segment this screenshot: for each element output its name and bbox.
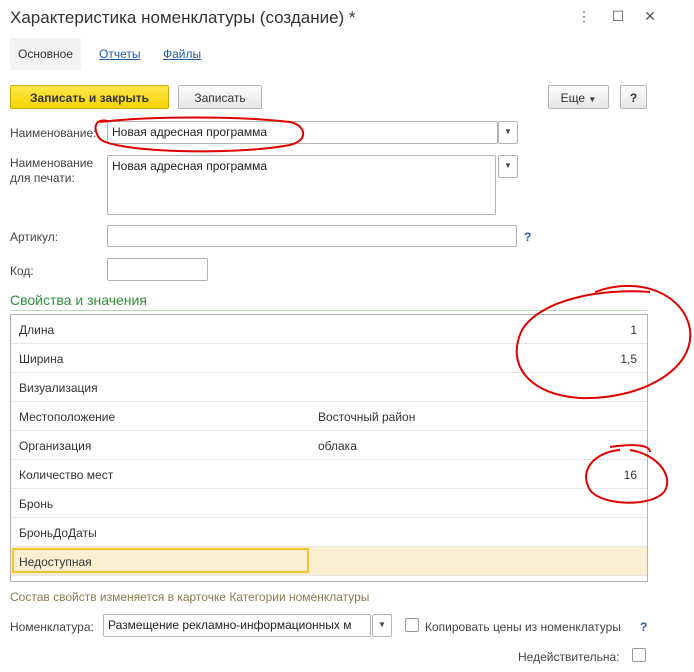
table-row[interactable]: Количество мест 16 (11, 460, 647, 489)
print-name-textarea[interactable]: Новая адресная программа (107, 155, 496, 215)
property-name: Визуализация (19, 381, 98, 395)
copy-prices-help-icon[interactable]: ? (640, 620, 647, 634)
property-value[interactable]: Восточный район (318, 410, 415, 424)
table-row[interactable]: Организация облака (11, 431, 647, 460)
close-icon[interactable]: ✕ (642, 8, 658, 24)
property-name: Недоступная (19, 555, 92, 569)
help-button[interactable]: ? (620, 85, 647, 109)
table-row[interactable]: Визуализация (11, 373, 647, 402)
tab-files[interactable]: Файлы (163, 38, 201, 70)
copy-prices-checkbox[interactable] (405, 618, 419, 632)
name-label: Наименование: (10, 126, 97, 140)
nomenclature-dropdown-button[interactable]: ▼ (372, 614, 392, 637)
property-value[interactable]: 1 (630, 323, 637, 337)
maximize-icon[interactable]: ☐ (610, 8, 626, 24)
tab-main[interactable]: Основное (10, 38, 81, 70)
properties-table: Длина 1 Ширина 1,5 Визуализация Местопол… (10, 314, 648, 582)
properties-section-title: Свойства и значения (10, 292, 147, 308)
table-row[interactable]: Ширина 1,5 (11, 344, 647, 373)
window-title: Характеристика номенклатуры (создание) * (10, 8, 356, 27)
print-name-label-line2: для печати: (10, 171, 75, 185)
article-label: Артикул: (10, 230, 59, 244)
property-name: Местоположение (19, 410, 116, 424)
table-row[interactable]: БроньДоДаты (11, 518, 647, 547)
properties-note: Состав свойств изменяется в карточке Кат… (10, 590, 370, 604)
code-field[interactable] (107, 258, 208, 281)
more-button[interactable]: Еще ▼ (548, 85, 609, 109)
article-help-icon[interactable]: ? (524, 230, 531, 244)
table-row[interactable]: Бронь (11, 489, 647, 518)
property-value[interactable]: 16 (624, 468, 637, 482)
table-row-selected[interactable]: Недоступная (11, 547, 647, 576)
table-row[interactable]: Длина 1 (11, 315, 647, 344)
tab-reports[interactable]: Отчеты (99, 38, 140, 70)
table-row[interactable]: Местоположение Восточный район (11, 402, 647, 431)
save-button[interactable]: Записать (178, 85, 262, 109)
nomenclature-label: Номенклатура: (10, 620, 94, 634)
inactive-label: Недействительна: (518, 650, 620, 664)
copy-prices-label: Копировать цены из номенклатуры (425, 620, 621, 634)
chevron-down-icon: ▼ (378, 620, 386, 629)
article-field[interactable] (107, 225, 517, 247)
save-and-close-button[interactable]: Записать и закрыть (10, 85, 169, 109)
code-label: Код: (10, 264, 34, 278)
property-name: Организация (19, 439, 92, 453)
property-name: Длина (19, 323, 55, 337)
chevron-down-icon: ▼ (504, 127, 512, 136)
print-name-dropdown-button[interactable]: ▼ (498, 155, 518, 178)
property-value[interactable]: облака (318, 439, 357, 453)
more-button-label: Еще (560, 91, 586, 105)
more-menu-icon[interactable]: ⋮ (576, 8, 592, 24)
section-divider (10, 310, 648, 311)
name-field[interactable]: Новая адресная программа (107, 121, 498, 144)
property-name: Бронь (19, 497, 54, 511)
property-value[interactable]: 1,5 (620, 352, 637, 366)
nomenclature-field[interactable]: Размещение рекламно-информационных м (103, 614, 371, 637)
print-name-label-line1: Наименование (10, 156, 94, 170)
inactive-checkbox[interactable] (632, 648, 646, 662)
property-name: Ширина (19, 352, 64, 366)
property-name: Количество мест (19, 468, 114, 482)
property-name: БроньДоДаты (19, 526, 97, 540)
chevron-down-icon: ▼ (588, 95, 597, 104)
chevron-down-icon: ▼ (504, 161, 512, 170)
name-dropdown-button[interactable]: ▼ (498, 121, 518, 144)
